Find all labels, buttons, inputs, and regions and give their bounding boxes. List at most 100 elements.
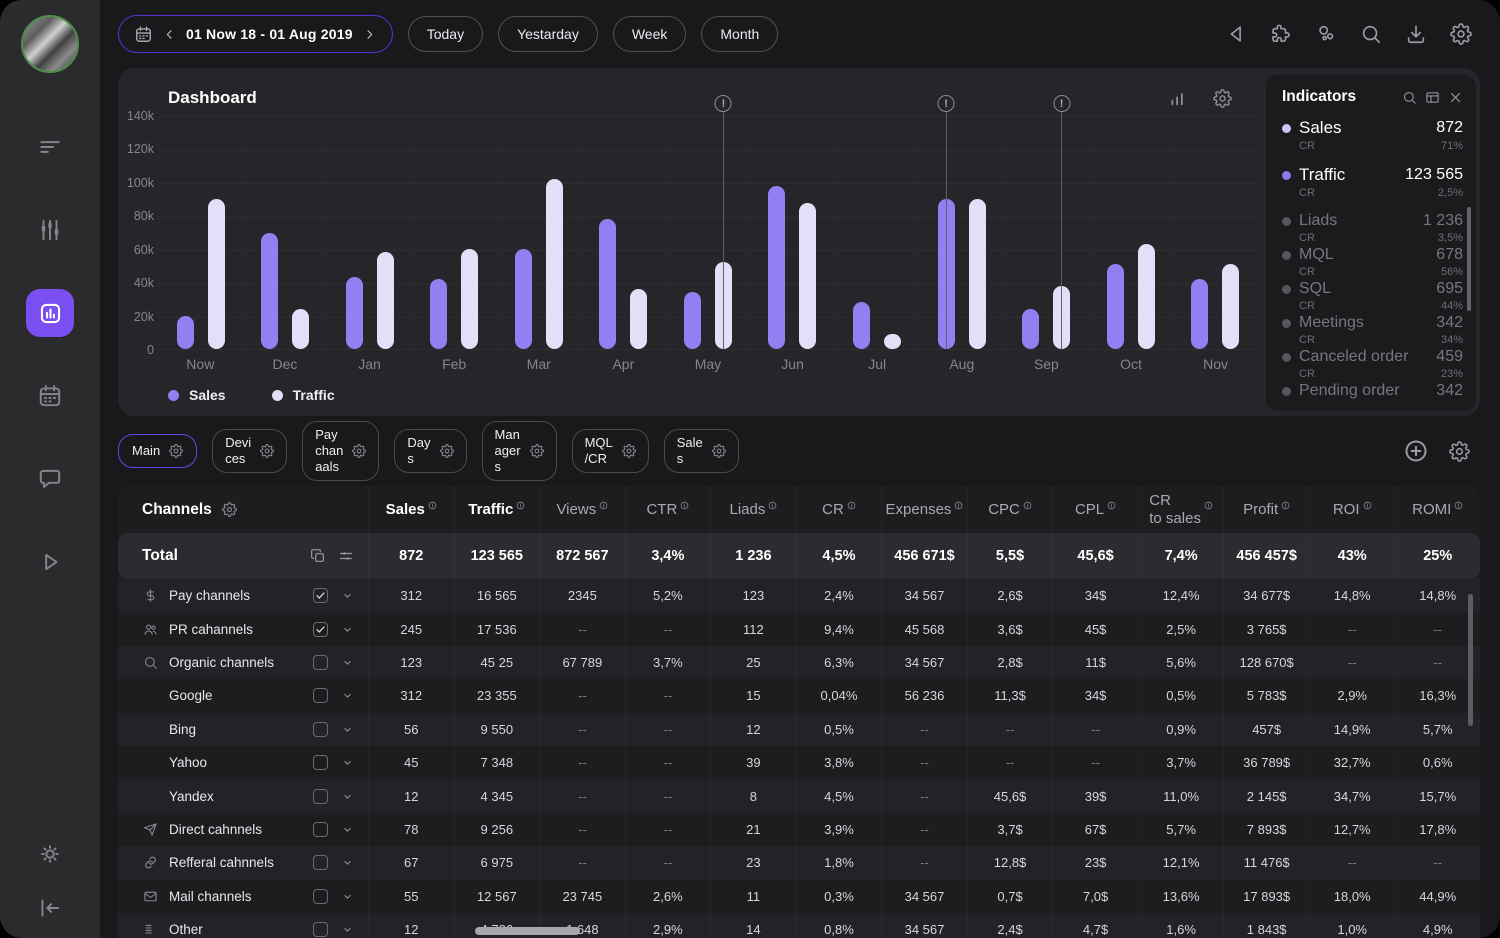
legend-sales[interactable]: Sales — [168, 387, 226, 403]
indicator-sales[interactable]: Sales872 — [1282, 118, 1463, 138]
bar-sales-may[interactable] — [684, 292, 701, 349]
column-header-traffic[interactable]: Traffic — [454, 486, 540, 533]
chevron-down-icon[interactable] — [341, 790, 354, 803]
annotation-marker[interactable]: ! — [938, 95, 955, 112]
preset-yestarday-button[interactable]: Yestarday — [498, 16, 598, 52]
info-icon[interactable] — [1454, 501, 1463, 510]
info-icon[interactable] — [516, 501, 525, 510]
info-icon[interactable] — [768, 501, 777, 510]
gear-icon[interactable] — [169, 444, 183, 458]
row-checkbox[interactable] — [313, 922, 328, 937]
indicator-liads[interactable]: Liads1 236 — [1282, 212, 1463, 230]
bar-sales-sep[interactable] — [1022, 309, 1039, 349]
column-header-profit[interactable]: Profit — [1223, 486, 1309, 533]
filter-tab-sale-s[interactable]: Sale s — [664, 429, 739, 473]
gear-icon[interactable] — [622, 444, 636, 458]
chart-settings-gear-icon[interactable] — [1213, 89, 1232, 108]
row-checkbox[interactable] — [313, 755, 328, 770]
vertical-scrollbar[interactable] — [1468, 594, 1473, 726]
sidebar-item-chat[interactable] — [26, 455, 74, 503]
info-icon[interactable] — [1204, 501, 1213, 510]
column-header-cr-to-sales[interactable]: CR to sales — [1138, 486, 1224, 533]
share-icon[interactable] — [1315, 23, 1337, 45]
column-header-cpl[interactable]: CPL — [1052, 486, 1138, 533]
bar-traffic-now[interactable] — [208, 199, 225, 349]
bar-traffic-feb[interactable] — [461, 249, 478, 349]
info-icon[interactable] — [428, 501, 437, 510]
preset-today-button[interactable]: Today — [408, 16, 483, 52]
chevron-down-icon[interactable] — [341, 756, 354, 769]
next-range-chevron-icon[interactable] — [362, 27, 377, 42]
sidebar-item-play[interactable] — [26, 538, 74, 586]
row-checkbox[interactable] — [313, 588, 328, 603]
filter-tab-man-ager-s[interactable]: Man ager s — [482, 421, 557, 481]
filter-tab-devi-ces[interactable]: Devi ces — [212, 429, 287, 473]
bar-sales-oct[interactable] — [1107, 264, 1124, 349]
info-icon[interactable] — [599, 501, 608, 510]
bar-sales-jun[interactable] — [768, 186, 785, 349]
info-icon[interactable] — [1107, 501, 1116, 510]
copy-icon[interactable] — [310, 548, 326, 564]
bar-traffic-jul[interactable] — [884, 334, 901, 349]
annotation-marker[interactable]: ! — [715, 95, 732, 112]
bar-traffic-jun[interactable] — [799, 203, 816, 349]
row-checkbox[interactable] — [313, 855, 328, 870]
bar-sales-jan[interactable] — [346, 277, 363, 349]
column-header-roi[interactable]: ROI — [1309, 486, 1395, 533]
chevron-down-icon[interactable] — [341, 656, 354, 669]
filter-tab-mql-cr[interactable]: MQL /CR — [572, 429, 649, 473]
row-checkbox[interactable] — [313, 889, 328, 904]
chart-type-icon[interactable] — [1168, 89, 1187, 108]
column-header-channels[interactable]: Channels — [118, 486, 368, 533]
filter-tab-day-s[interactable]: Day s — [394, 429, 466, 473]
bar-traffic-nov[interactable] — [1222, 264, 1239, 349]
legend-traffic[interactable]: Traffic — [272, 387, 335, 403]
gear-icon[interactable] — [260, 444, 274, 458]
row-checkbox[interactable] — [313, 622, 328, 637]
sidebar-item-menu[interactable] — [26, 123, 74, 171]
indicators-close-icon[interactable] — [1448, 90, 1463, 105]
settings-icon[interactable] — [1450, 23, 1472, 45]
chevron-down-icon[interactable] — [341, 923, 354, 936]
indicator-traffic[interactable]: Traffic123 565 — [1282, 165, 1463, 185]
bar-traffic-jan[interactable] — [377, 252, 394, 349]
prev-range-chevron-icon[interactable] — [162, 27, 177, 42]
search-icon[interactable] — [1360, 23, 1382, 45]
sidebar-item-analytics[interactable] — [26, 289, 74, 337]
sidebar-item-brightness[interactable] — [26, 830, 74, 878]
column-header-expenses[interactable]: Expenses — [881, 486, 967, 533]
add-filter-icon[interactable] — [1403, 438, 1429, 464]
chevron-down-icon[interactable] — [341, 890, 354, 903]
bar-sales-feb[interactable] — [430, 279, 447, 349]
column-header-romi[interactable]: ROMI — [1394, 486, 1480, 533]
chevron-down-icon[interactable] — [341, 823, 354, 836]
sidebar-item-calendar[interactable] — [26, 372, 74, 420]
column-header-liads[interactable]: Liads — [710, 486, 796, 533]
row-checkbox[interactable] — [313, 688, 328, 703]
info-icon[interactable] — [1281, 501, 1290, 510]
bar-sales-now[interactable] — [177, 316, 194, 349]
column-header-ctr[interactable]: CTR — [625, 486, 711, 533]
column-header-cr[interactable]: CR — [796, 486, 882, 533]
row-checkbox[interactable] — [313, 722, 328, 737]
download-icon[interactable] — [1405, 23, 1427, 45]
indicator-pending-order[interactable]: Pending order342 — [1282, 382, 1463, 400]
indicators-scrollbar[interactable] — [1467, 207, 1471, 311]
column-header-sales[interactable]: Sales — [368, 486, 454, 533]
row-checkbox[interactable] — [313, 655, 328, 670]
filters-settings-gear-icon[interactable] — [1449, 441, 1470, 462]
info-icon[interactable] — [1023, 501, 1032, 510]
row-checkbox[interactable] — [313, 789, 328, 804]
indicator-sql[interactable]: SQL695 — [1282, 280, 1463, 298]
chevron-down-icon[interactable] — [341, 589, 354, 602]
column-header-views[interactable]: Views — [539, 486, 625, 533]
bar-sales-jul[interactable] — [853, 302, 870, 349]
puzzle-icon[interactable] — [1270, 23, 1292, 45]
avatar[interactable] — [21, 15, 79, 73]
bar-sales-dec[interactable] — [261, 233, 278, 350]
info-icon[interactable] — [1363, 501, 1372, 510]
bar-sales-apr[interactable] — [599, 219, 616, 349]
row-filter-icon[interactable] — [338, 548, 354, 564]
annotation-marker[interactable]: ! — [1053, 95, 1070, 112]
columns-settings-gear-icon[interactable] — [222, 502, 237, 517]
